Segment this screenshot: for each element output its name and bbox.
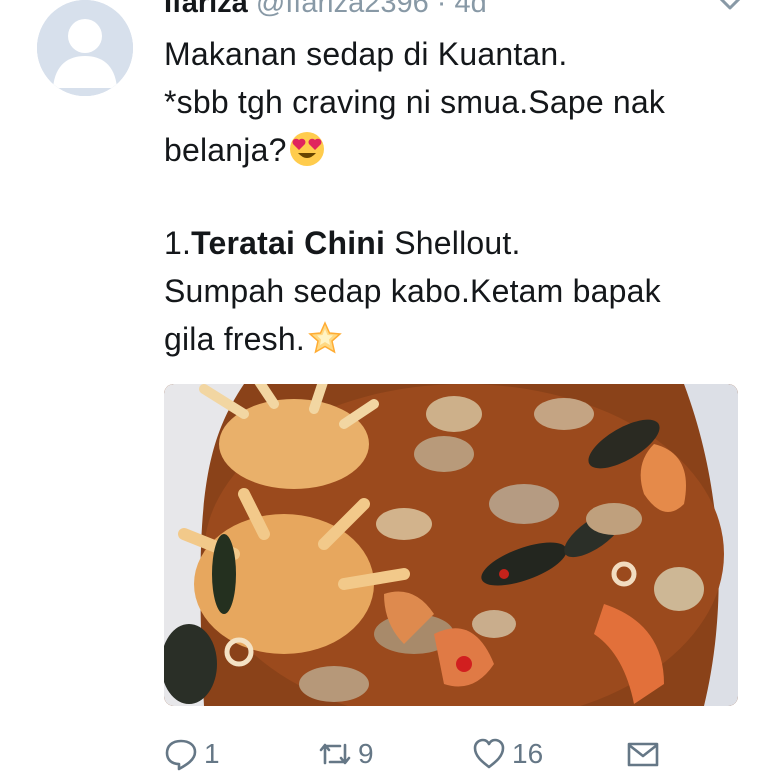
default-profile-icon (37, 0, 133, 96)
heart-eyes-emoji (289, 132, 324, 166)
like-icon (473, 738, 505, 769)
tweet-photo[interactable] (164, 384, 738, 706)
retweet-button[interactable]: 9 (318, 734, 374, 774)
tweet-line: Makanan sedap di Kuantan. (164, 36, 568, 72)
display-name[interactable]: Ifariza (164, 0, 248, 19)
handle-and-time[interactable]: @Ifariza2396 · 4d (256, 0, 487, 19)
retweet-count: 9 (358, 738, 374, 769)
tweet-line: *sbb tgh craving ni smua.Sape nak (164, 84, 666, 120)
reply-icon (165, 739, 197, 771)
retweet-icon (319, 743, 351, 765)
tweet-line-text: Shellout. (385, 225, 521, 261)
chevron-down-icon[interactable] (712, 0, 748, 14)
avatar[interactable] (37, 0, 133, 96)
tweet-header: Ifariza @Ifariza2396 · 4d (164, 0, 487, 20)
tweet-line: Sumpah sedap kabo.Ketam bapak (164, 273, 661, 309)
glowing-star-emoji (308, 321, 342, 354)
list-number: 1. (164, 225, 192, 261)
tweet-line-text: gila fresh. (164, 321, 305, 357)
tweet-line: belanja? (164, 126, 665, 174)
tweet-text: Makanan sedap di Kuantan. *sbb tgh cravi… (164, 30, 665, 363)
seafood-shellout-photo (164, 384, 738, 706)
tweet-line: gila fresh. (164, 315, 665, 363)
like-count: 16 (512, 738, 544, 769)
restaurant-name: Teratai Chini (191, 225, 386, 261)
tweet-actions: 1 9 16 (0, 734, 768, 774)
reply-button[interactable]: 1 (164, 734, 220, 774)
direct-message-button[interactable] (626, 734, 660, 774)
reply-count: 1 (204, 738, 220, 769)
message-icon (627, 742, 659, 767)
tweet-line-text: belanja? (164, 132, 287, 168)
tweet-line: 1.Teratai Chini Shellout. (164, 219, 665, 267)
like-button[interactable]: 16 (472, 734, 543, 774)
